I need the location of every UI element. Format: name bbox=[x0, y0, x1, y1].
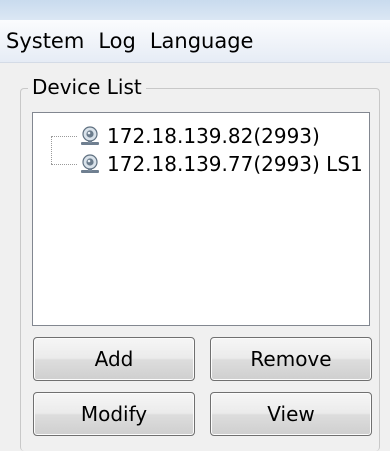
camera-icon bbox=[81, 154, 99, 173]
menu-bar: System Log Language bbox=[0, 20, 390, 63]
modify-button[interactable]: Modify bbox=[33, 392, 195, 436]
camera-icon bbox=[81, 126, 99, 145]
device-label: 172.18.139.82(2993) bbox=[107, 124, 320, 148]
menu-log[interactable]: Log bbox=[91, 20, 143, 62]
tree-item-device-1[interactable]: 172.18.139.82(2993) bbox=[33, 122, 320, 150]
tree-item-device-2[interactable]: 172.18.139.77(2993) LS1 bbox=[33, 150, 363, 178]
window-title-strip bbox=[0, 0, 390, 20]
menu-system[interactable]: System bbox=[0, 20, 91, 62]
add-button[interactable]: Add bbox=[33, 337, 195, 381]
device-list-title: Device List bbox=[28, 74, 146, 100]
remove-button[interactable]: Remove bbox=[210, 337, 372, 381]
device-tree[interactable]: 172.18.139.82(2993) 172.18.139.77(2993) … bbox=[32, 112, 370, 326]
device-label: 172.18.139.77(2993) LS1 bbox=[107, 152, 363, 176]
menu-language[interactable]: Language bbox=[143, 20, 261, 62]
view-button[interactable]: View bbox=[210, 392, 372, 436]
